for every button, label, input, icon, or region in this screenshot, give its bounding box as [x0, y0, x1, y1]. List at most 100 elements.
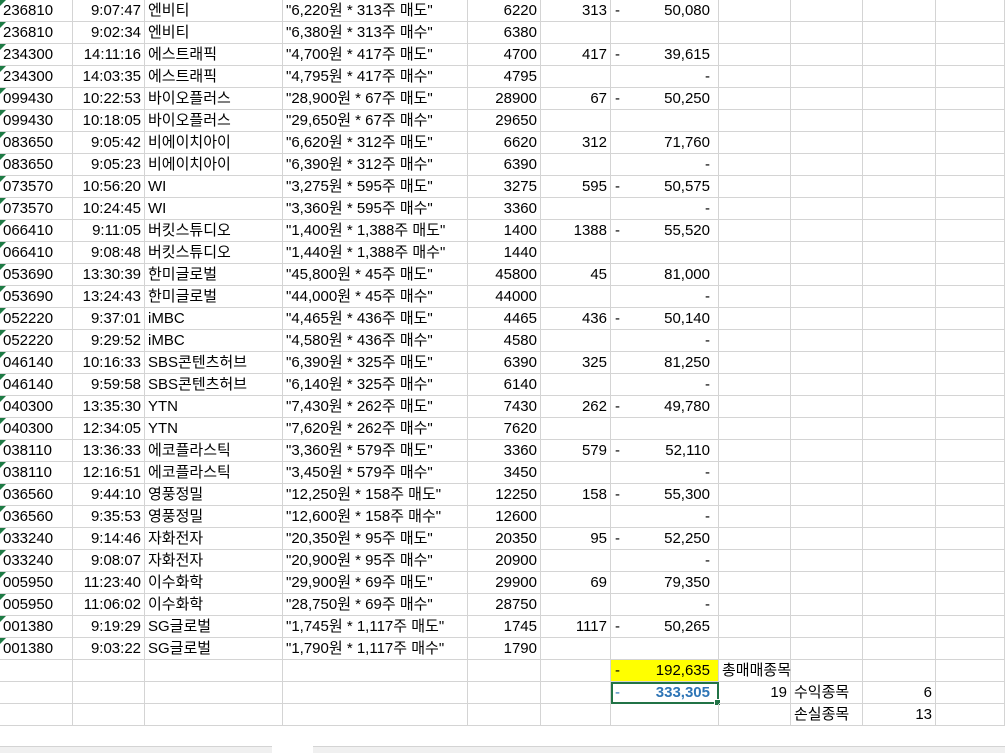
amount-cell[interactable]	[611, 418, 719, 440]
price-cell[interactable]: 1400	[468, 220, 541, 242]
price-cell[interactable]: 3275	[468, 176, 541, 198]
loss-label-cell[interactable]: 손실종목	[791, 704, 863, 726]
stock-name-cell[interactable]: 한미글로벌	[145, 264, 283, 286]
trade-desc-cell[interactable]: "3,360원 * 579주 매도"	[283, 440, 468, 462]
cell[interactable]	[791, 0, 863, 22]
trade-desc-cell[interactable]: "6,380원 * 313주 매수"	[283, 22, 468, 44]
cell[interactable]	[791, 88, 863, 110]
cell[interactable]	[541, 682, 611, 704]
cell[interactable]	[719, 484, 791, 506]
trade-time-cell[interactable]: 13:30:39	[73, 264, 145, 286]
cell[interactable]	[791, 242, 863, 264]
trade-count-cell[interactable]: 19	[719, 682, 791, 704]
cell[interactable]	[791, 660, 863, 682]
trade-desc-cell[interactable]: "7,430원 * 262주 매도"	[283, 396, 468, 418]
stock-name-cell[interactable]: SG글로벌	[145, 616, 283, 638]
price-cell[interactable]: 6380	[468, 22, 541, 44]
cell[interactable]	[0, 660, 73, 682]
trade-desc-cell[interactable]: "1,745원 * 1,117주 매도"	[283, 616, 468, 638]
cell[interactable]	[145, 682, 283, 704]
amount-cell[interactable]: -	[611, 594, 719, 616]
cell[interactable]	[863, 220, 936, 242]
quantity-cell[interactable]	[541, 638, 611, 660]
cell[interactable]	[863, 308, 936, 330]
stock-name-cell[interactable]: 엔비티	[145, 22, 283, 44]
cell[interactable]	[791, 154, 863, 176]
trade-desc-cell[interactable]: "3,360원 * 595주 매수"	[283, 198, 468, 220]
cell[interactable]	[936, 198, 1005, 220]
cell[interactable]	[719, 286, 791, 308]
quantity-cell[interactable]: 595	[541, 176, 611, 198]
amount-cell[interactable]: - 52,250	[611, 528, 719, 550]
price-cell[interactable]: 20900	[468, 550, 541, 572]
cell[interactable]	[719, 66, 791, 88]
trade-desc-cell[interactable]: "1,440원 * 1,388주 매수"	[283, 242, 468, 264]
quantity-cell[interactable]	[541, 594, 611, 616]
price-cell[interactable]: 6140	[468, 374, 541, 396]
price-cell[interactable]: 3360	[468, 440, 541, 462]
price-cell[interactable]: 12250	[468, 484, 541, 506]
cell[interactable]	[719, 88, 791, 110]
stock-code-cell[interactable]: 066410	[0, 242, 73, 264]
amount-cell[interactable]: -	[611, 66, 719, 88]
cell[interactable]	[936, 550, 1005, 572]
stock-code-cell[interactable]: 005950	[0, 594, 73, 616]
cell[interactable]	[936, 660, 1005, 682]
amount-cell[interactable]: - 50,250	[611, 88, 719, 110]
price-cell[interactable]: 6220	[468, 0, 541, 22]
cell[interactable]	[936, 704, 1005, 726]
cell[interactable]	[791, 462, 863, 484]
cell[interactable]	[719, 616, 791, 638]
stock-code-cell[interactable]: 046140	[0, 374, 73, 396]
stock-code-cell[interactable]: 234300	[0, 44, 73, 66]
quantity-cell[interactable]	[541, 154, 611, 176]
trade-time-cell[interactable]: 9:08:07	[73, 550, 145, 572]
cell[interactable]	[863, 638, 936, 660]
cell[interactable]	[936, 396, 1005, 418]
cell[interactable]	[936, 242, 1005, 264]
amount-cell[interactable]: - 52,110	[611, 440, 719, 462]
cell[interactable]	[719, 418, 791, 440]
trade-desc-cell[interactable]: "28,750원 * 69주 매수"	[283, 594, 468, 616]
cell[interactable]	[468, 704, 541, 726]
cell[interactable]	[791, 44, 863, 66]
cell[interactable]	[936, 462, 1005, 484]
cell[interactable]	[936, 594, 1005, 616]
cell[interactable]	[145, 704, 283, 726]
cell[interactable]	[791, 374, 863, 396]
cell[interactable]	[791, 484, 863, 506]
price-cell[interactable]: 28750	[468, 594, 541, 616]
quantity-cell[interactable]	[541, 22, 611, 44]
trade-desc-cell[interactable]: "6,390원 * 325주 매도"	[283, 352, 468, 374]
cell[interactable]	[936, 308, 1005, 330]
cell[interactable]	[791, 22, 863, 44]
cell[interactable]	[791, 308, 863, 330]
quantity-cell[interactable]: 579	[541, 440, 611, 462]
amount-cell[interactable]	[611, 242, 719, 264]
quantity-cell[interactable]: 67	[541, 88, 611, 110]
amount-cell[interactable]: 81,250	[611, 352, 719, 374]
cell[interactable]	[73, 682, 145, 704]
amount-cell[interactable]: 79,350	[611, 572, 719, 594]
cell[interactable]	[936, 484, 1005, 506]
stock-name-cell[interactable]: iMBC	[145, 308, 283, 330]
amount-cell[interactable]: - 50,080	[611, 0, 719, 22]
trade-desc-cell[interactable]: "12,600원 * 158주 매수"	[283, 506, 468, 528]
cell[interactable]	[791, 638, 863, 660]
amount-cell[interactable]: - 50,575	[611, 176, 719, 198]
cell[interactable]	[719, 440, 791, 462]
cell[interactable]	[936, 176, 1005, 198]
stock-code-cell[interactable]: 033240	[0, 550, 73, 572]
cell[interactable]	[936, 616, 1005, 638]
amount-cell[interactable]: - 49,780	[611, 396, 719, 418]
cell[interactable]	[791, 132, 863, 154]
trade-time-cell[interactable]: 9:29:52	[73, 330, 145, 352]
cell[interactable]	[863, 132, 936, 154]
stock-code-cell[interactable]: 036560	[0, 506, 73, 528]
trade-desc-cell[interactable]: "44,000원 * 45주 매수"	[283, 286, 468, 308]
cell[interactable]	[936, 330, 1005, 352]
amount-cell[interactable]: -	[611, 550, 719, 572]
stock-code-cell[interactable]: 038110	[0, 462, 73, 484]
cell[interactable]	[863, 616, 936, 638]
trade-desc-cell[interactable]: "1,790원 * 1,117주 매수"	[283, 638, 468, 660]
